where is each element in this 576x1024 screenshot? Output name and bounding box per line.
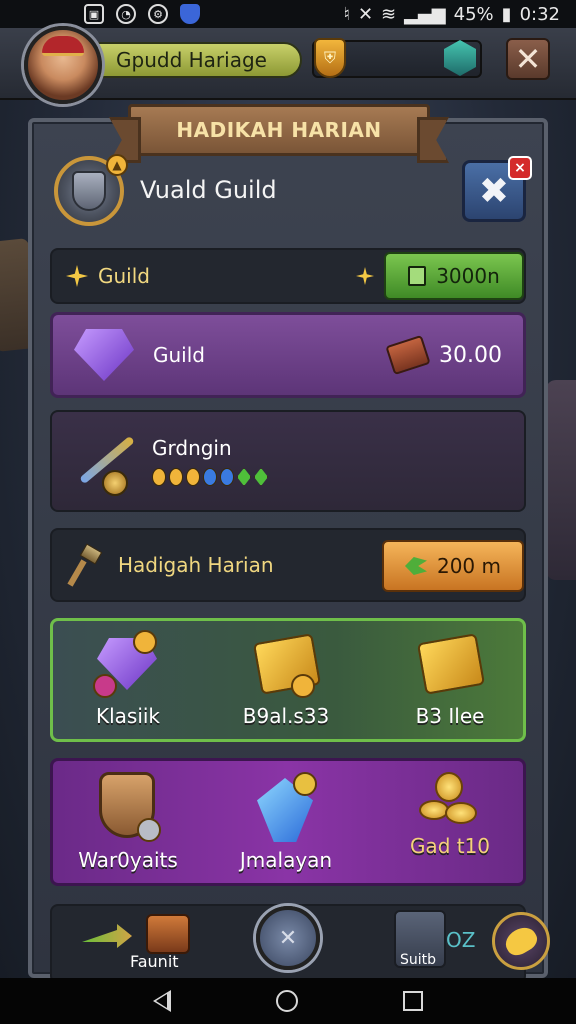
player-avatar[interactable]: [24, 26, 102, 104]
spark-icon-small: [356, 267, 374, 285]
vibrate-icon: ♮: [343, 3, 350, 25]
grdngin-row[interactable]: Grdngin: [50, 410, 526, 512]
progress-dots: [152, 468, 268, 486]
rank-shield-icon[interactable]: ⛨: [314, 38, 346, 78]
reward-label: B3 Ilee: [415, 704, 485, 728]
reward-label: Jmalayan: [239, 848, 333, 872]
close-button-top[interactable]: ✕: [506, 38, 550, 80]
purple-gem-icon: [69, 325, 139, 385]
battery-icon: ▮: [501, 3, 512, 25]
home-icon[interactable]: [275, 990, 298, 1012]
hammer-icon: [67, 543, 108, 587]
battery-level: 45%: [453, 3, 494, 25]
no-signal-icon: ✕: [357, 3, 374, 25]
gold-coin-button[interactable]: [492, 912, 550, 970]
gold-dot: [152, 468, 166, 486]
grdngin-content: Grdngin: [152, 436, 268, 486]
recent-apps-icon[interactable]: [403, 991, 424, 1011]
claim-guild-button[interactable]: 3000n: [384, 252, 524, 300]
emblem-level-badge: ▲: [106, 154, 128, 176]
reward-item-gold-card[interactable]: B9al.s33: [216, 633, 356, 728]
reward-label: B9al.s33: [242, 704, 330, 728]
player-name: Gpudd Hariage: [116, 48, 267, 72]
status-bar: ▣ ◔ ⚙ ♮ ✕ ≋ ▂▄▆ 45% ▮ 0:32: [0, 0, 576, 28]
notification-icon: ▣: [84, 4, 104, 24]
xp-label: OZ: [446, 928, 476, 952]
player-name-plate[interactable]: Gpudd Hariage: [96, 42, 302, 78]
guild-title: Vuald Guild: [140, 176, 277, 204]
signal-icon: ▂▄▆: [404, 3, 446, 25]
blue-dot: [203, 468, 217, 486]
claim-daily-button[interactable]: 200 m: [382, 540, 524, 592]
staff-icon: [64, 426, 135, 496]
guild-reward-value-group: 30.00: [385, 334, 502, 376]
grdngin-label: Grdngin: [152, 436, 232, 460]
reward-item-ticket[interactable]: B3 Ilee: [380, 633, 520, 728]
gold-coins-icon: [419, 772, 481, 828]
shield-icon: [72, 171, 106, 211]
avatar-hat: [42, 36, 84, 56]
shield-icon: [180, 4, 200, 24]
reward-item-crystal[interactable]: Jmalayan: [216, 772, 356, 872]
chest-icon[interactable]: [146, 914, 190, 954]
back-icon[interactable]: [152, 990, 171, 1012]
crate-icon: [385, 334, 431, 376]
suit-label: Suitb: [400, 952, 437, 968]
daily-reward-label: Hadigah Harian: [118, 553, 274, 577]
coin-badge-icon: [291, 674, 315, 698]
leaf-icon: [404, 557, 427, 575]
guild-reward-value: 30.00: [439, 342, 502, 368]
guild-row-label: Guild: [98, 264, 150, 288]
settings-icon: ⚙: [148, 4, 168, 24]
reward-item-shield[interactable]: War0yaits: [58, 772, 198, 872]
silver-badge-icon: [137, 818, 161, 842]
reward-item-klasiik[interactable]: Klasiik: [58, 630, 198, 728]
note-icon: [408, 266, 427, 286]
clock-icon: ◔: [116, 4, 136, 24]
reward-label: Klasiik: [95, 704, 161, 728]
reward-label: Gad t10: [409, 834, 491, 858]
spark-icon: [66, 265, 88, 287]
blue-dot: [220, 468, 234, 486]
gold-dot: [169, 468, 183, 486]
banner-title: HADIKAH HARIAN: [176, 118, 382, 142]
plus-badge-icon: [133, 630, 157, 654]
background-rock-right: [546, 380, 576, 580]
android-nav-bar: [0, 978, 576, 1024]
star-badge-icon: [93, 674, 117, 698]
guild-reward-label: Guild: [153, 343, 205, 367]
panel-banner: HADIKAH HARIAN: [128, 104, 430, 156]
green-spark-dot: [254, 468, 268, 486]
reward-label: War0yaits: [78, 848, 178, 872]
gold-ticket-icon: [416, 633, 486, 695]
number-badge-icon: [293, 772, 317, 796]
gold-dot: [186, 468, 200, 486]
claim-guild-value: 3000n: [436, 264, 500, 288]
reward-item-gold[interactable]: Gad t10: [380, 772, 520, 858]
guild-reward-row[interactable]: Guild 30.00: [50, 312, 526, 398]
chest-label: Faunit: [130, 952, 179, 971]
green-spark-dot: [237, 468, 251, 486]
tools-button[interactable]: ✕: [256, 906, 320, 970]
wifi-icon: ≋: [381, 3, 397, 25]
close-badge-icon: ×: [508, 156, 532, 180]
claim-daily-value: 200 m: [436, 554, 501, 578]
clock-time: 0:32: [519, 3, 560, 25]
